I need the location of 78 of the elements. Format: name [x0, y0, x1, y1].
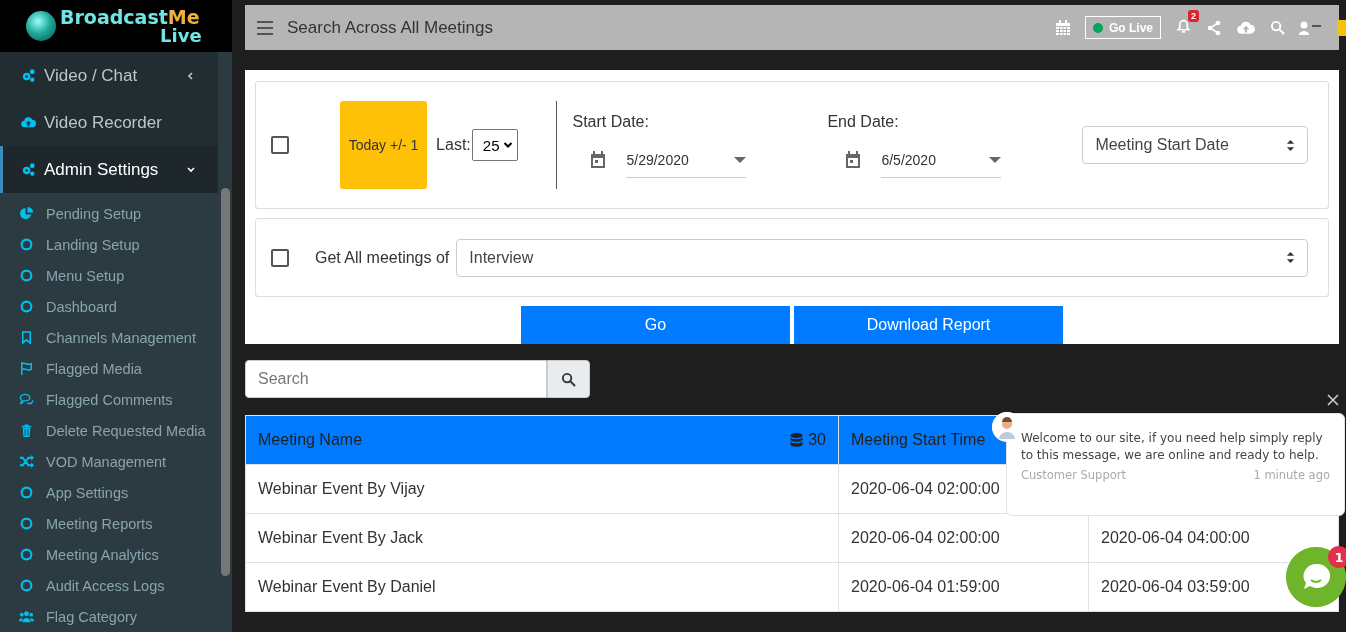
action-button[interactable]: Download Report — [794, 306, 1063, 344]
gears-icon — [21, 68, 36, 83]
submenu-item[interactable]: Menu Setup — [0, 260, 218, 291]
submenu-item[interactable]: Delete Requested Media — [0, 415, 218, 446]
checkbox[interactable] — [271, 248, 289, 267]
bookmark-icon — [19, 330, 34, 345]
last-select[interactable]: 25 — [471, 129, 519, 162]
caret-icon — [989, 156, 1002, 163]
table-cell: Webinar Event By Vijay — [245, 464, 839, 514]
action-button[interactable]: Go — [521, 306, 790, 344]
status-dot-icon — [1093, 22, 1103, 33]
flag-icon — [19, 361, 34, 376]
sidebar-item[interactable]: Video / Chat — [0, 52, 218, 99]
last-label: Last: — [436, 136, 471, 155]
chat-time: 1 minute ago — [1253, 468, 1330, 482]
trash-icon — [19, 423, 34, 438]
database-icon — [790, 433, 804, 447]
submenu-item[interactable]: Flag Category — [0, 601, 218, 632]
submenu-item[interactable]: App Settings — [0, 477, 218, 508]
submenu-item[interactable]: Meeting Analytics — [0, 539, 218, 570]
submenu-item[interactable]: Channels Management — [0, 322, 218, 353]
submenu-item[interactable]: Meeting Reports — [0, 508, 218, 539]
comments-icon — [19, 392, 34, 407]
table-cell: Webinar Event By Daniel — [245, 562, 839, 612]
caret-icon — [734, 156, 747, 163]
submenu-item[interactable]: Landing Setup — [0, 229, 218, 260]
chevron-icon — [186, 164, 196, 175]
sort-select[interactable]: Meeting Start Date — [1082, 126, 1308, 165]
circle-icon — [19, 237, 34, 252]
circle-icon — [19, 268, 34, 283]
submenu-item[interactable]: VOD Management — [0, 446, 218, 477]
submenu-item[interactable]: Pending Setup — [0, 198, 218, 229]
gears-icon — [21, 162, 36, 177]
search-button[interactable] — [547, 360, 590, 398]
submenu-item[interactable]: Flagged Media — [0, 353, 218, 384]
cloud-upload-icon — [21, 115, 36, 130]
end-date-field[interactable]: 6/5/2020 — [881, 142, 1002, 178]
circle-icon — [19, 485, 34, 500]
today-button[interactable]: Today +/- 1 — [340, 101, 428, 190]
column-header[interactable]: Meeting Name 30 — [245, 415, 839, 465]
submenu-item[interactable]: Dashboard — [0, 291, 218, 322]
logo-text: BroadcastMe — [60, 7, 200, 27]
logo[interactable]: BroadcastMe Live — [0, 0, 232, 52]
bell-icon[interactable] — [1175, 17, 1192, 34]
table-cell: Webinar Event By Jack — [245, 513, 839, 563]
circle-icon — [19, 547, 34, 562]
meeting-type-select[interactable]: Interview — [456, 238, 1308, 277]
submenu-item[interactable]: Audit Access Logs — [0, 570, 218, 601]
circle-icon — [19, 578, 34, 593]
sidebar-item[interactable]: Video Recorder — [0, 99, 218, 146]
close-icon[interactable] — [1325, 392, 1341, 408]
circle-icon — [19, 299, 34, 314]
search-field[interactable]: Search — [245, 360, 547, 398]
submenu-item[interactable]: Flagged Comments — [0, 384, 218, 415]
meeting-type-label: Get All meetings of — [315, 248, 450, 267]
table-cell: 2020-06-04 01:59:00 — [838, 562, 1089, 612]
sort-arrows-icon — [1286, 251, 1295, 265]
checkbox[interactable] — [271, 136, 289, 155]
scrollbar[interactable] — [221, 188, 230, 576]
badge-icon — [1337, 19, 1346, 36]
header-title: Search Across All Meetings — [287, 17, 494, 38]
end-date-label: End Date: — [827, 112, 900, 131]
sort-arrows-icon — [1286, 138, 1295, 152]
start-date-field[interactable]: 5/29/2020 — [626, 142, 747, 178]
users-icon — [19, 609, 34, 624]
circle-icon — [19, 516, 34, 531]
shuffle-icon — [19, 454, 34, 469]
globe-icon — [26, 11, 56, 41]
notification-badge: 2 — [1188, 10, 1199, 22]
start-date-label: Start Date: — [572, 112, 650, 131]
pie-chart-icon — [19, 206, 34, 221]
menu-icon[interactable] — [257, 20, 273, 35]
logo-subtext: Live — [160, 26, 202, 45]
chevron-icon — [186, 70, 196, 81]
search-icon — [561, 371, 576, 387]
sidebar-item[interactable]: Admin Settings — [0, 146, 218, 193]
user-icon[interactable] — [1299, 20, 1323, 35]
count-label: 30 — [808, 431, 826, 449]
